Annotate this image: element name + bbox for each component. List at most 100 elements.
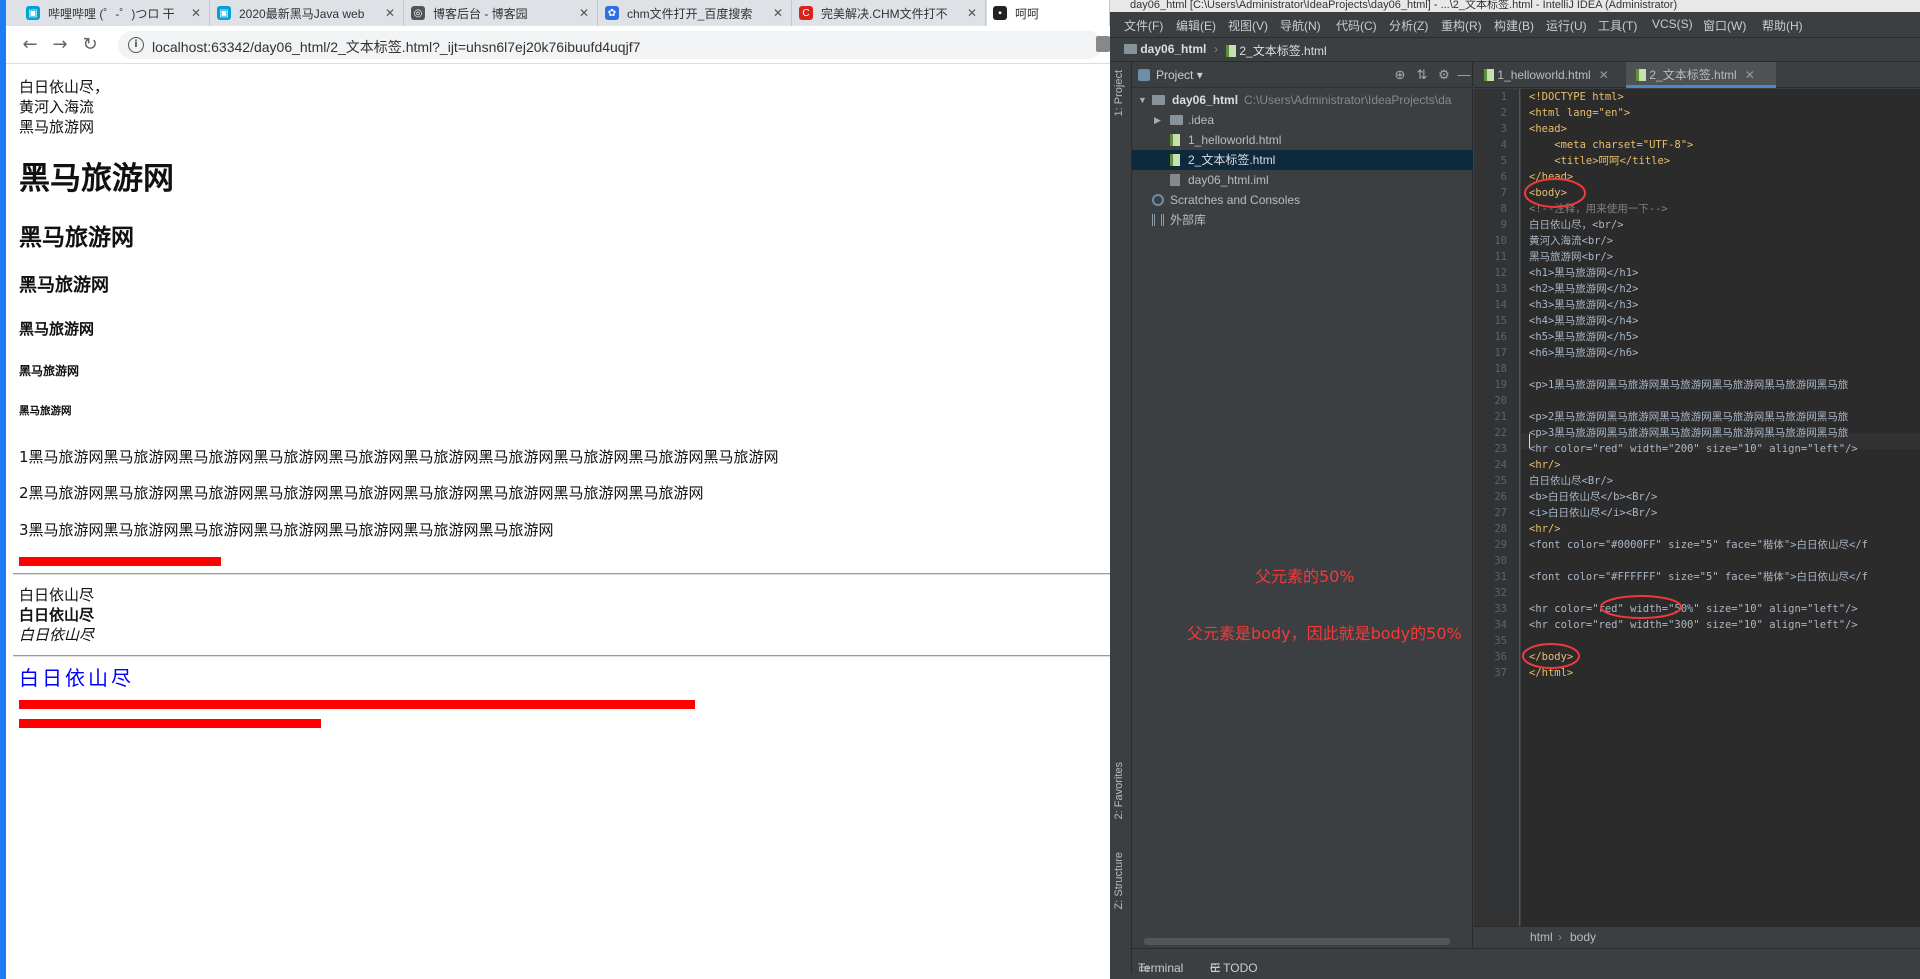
structure-tool-button[interactable]: Z: Structure (1113, 852, 1125, 909)
tree-item-project-root[interactable]: ▼ day06_html C:\Users\Administrator\IdeaP… (1132, 90, 1473, 110)
intellij-icon: ▪ (993, 6, 1007, 20)
horizontal-rule (13, 655, 1117, 657)
browser-tab[interactable]: C 完美解决.CHM文件打不 ✕ (793, 0, 986, 26)
line-number: 32 (1494, 587, 1507, 599)
browser-tab[interactable]: ▣ 哔哩哔哩 (゜-゜)つロ 干 ✕ (20, 0, 210, 26)
gear-icon[interactable]: ⚙ (1436, 67, 1452, 83)
text-line: 白日依山尽， (19, 78, 110, 96)
library-icon (1152, 214, 1164, 226)
close-icon[interactable]: ✕ (577, 6, 591, 20)
left-tool-strip: 1: Project 2: Favorites Z: Structure (1110, 62, 1132, 979)
line-number: 28 (1494, 523, 1507, 535)
menu-run[interactable]: 运行(U) (1546, 17, 1587, 34)
expanded-arrow-icon[interactable]: ▼ (1138, 90, 1147, 110)
nav-project[interactable]: day06_html (1124, 42, 1206, 56)
line-number: 34 (1494, 619, 1507, 631)
tree-item-file[interactable]: 1_helloworld.html (1132, 130, 1473, 150)
tree-item-external-libraries[interactable]: 外部库 (1132, 210, 1473, 230)
forward-arrow-icon[interactable]: → (50, 35, 70, 55)
project-panel: Project ▾ ⊕ ⇅ ⚙ — ▼ day06_html C:\Users\A… (1132, 62, 1473, 948)
menu-analyze[interactable]: 分析(Z) (1389, 17, 1428, 34)
browser-tab-active[interactable]: ▪ 呵呵 (987, 0, 1110, 26)
address-bar[interactable]: i localhost:63342/day06_html/2_文本标签.html… (118, 31, 1102, 59)
html-file-icon (1170, 134, 1180, 146)
line-number: 10 (1494, 235, 1507, 247)
ide-title: day06_html [C:\Users\Administrator\IdeaP… (1130, 0, 1678, 11)
menu-refactor[interactable]: 重构(R) (1441, 17, 1482, 34)
collapsed-arrow-icon[interactable]: ▶ (1154, 110, 1161, 130)
minimize-icon[interactable]: — (1456, 67, 1472, 83)
menu-tools[interactable]: 工具(T) (1598, 17, 1637, 34)
menu-window[interactable]: 窗口(W) (1703, 17, 1746, 34)
close-icon[interactable]: ✕ (383, 6, 397, 20)
baidu-icon: ✿ (605, 6, 619, 20)
code-editor[interactable]: <!DOCTYPE html> <html lang="en"> <head> … (1521, 89, 1920, 944)
editor-tab[interactable]: 1_helloworld.html ✕ (1474, 62, 1624, 88)
back-arrow-icon[interactable]: ← (20, 35, 40, 55)
line-number: 37 (1494, 667, 1507, 679)
red-hr-200px (19, 557, 221, 566)
project-panel-header: Project ▾ ⊕ ⇅ ⚙ — (1132, 62, 1473, 88)
translate-icon[interactable] (1096, 36, 1110, 52)
project-tool-button[interactable]: 1: Project (1113, 70, 1125, 116)
menu-code[interactable]: 代码(C) (1336, 17, 1377, 34)
ide-title-bar: day06_html [C:\Users\Administrator\IdeaP… (1110, 0, 1920, 12)
folder-icon (1152, 95, 1165, 105)
annotation-parent-50: 父元素的50% (1255, 567, 1355, 586)
browser-tab[interactable]: ▣ 2020最新黑马Java web ✕ (211, 0, 404, 26)
tree-item-file[interactable]: day06_html.iml (1132, 170, 1473, 190)
body-circle-mark (1524, 178, 1586, 208)
line-number: 30 (1494, 555, 1507, 567)
menu-build[interactable]: 构建(B) (1494, 17, 1534, 34)
editor-tab-active[interactable]: 2_文本标签.html ✕ (1626, 62, 1776, 88)
menu-navigate[interactable]: 导航(N) (1280, 17, 1321, 34)
line-number: 8 (1500, 203, 1507, 215)
horizontal-rule (13, 573, 1117, 575)
heading-h6: 黑马旅游网 (19, 405, 72, 417)
tree-item-file-selected[interactable]: 2_文本标签.html (1132, 150, 1473, 170)
line-number: 23 (1494, 443, 1507, 455)
info-icon[interactable]: i (128, 37, 144, 53)
breadcrumb-body[interactable]: body (1570, 930, 1596, 944)
horizontal-scrollbar[interactable] (1144, 938, 1450, 945)
annotation-body-50: 父元素是body，因此就是body的50% (1187, 624, 1462, 643)
url-text[interactable]: localhost:63342/day06_html/2_文本标签.html?_… (152, 37, 640, 57)
close-icon[interactable]: ✕ (1599, 68, 1609, 82)
csdn-icon: C (799, 6, 813, 20)
close-icon[interactable]: ✕ (771, 6, 785, 20)
browser-tab[interactable]: ◎ 博客后台 - 博客园 ✕ (405, 0, 598, 26)
bilibili-icon: ▣ (217, 6, 231, 20)
menu-help[interactable]: 帮助(H) (1762, 17, 1803, 34)
line-number: 17 (1494, 347, 1507, 359)
end-body-circle-mark (1522, 643, 1580, 669)
line-number: 14 (1494, 299, 1507, 311)
close-icon[interactable]: ✕ (1745, 68, 1755, 82)
line-number: 21 (1494, 411, 1507, 423)
chevron-right-icon: › (1214, 42, 1218, 56)
line-number: 20 (1494, 395, 1507, 407)
tree-item-scratches[interactable]: Scratches and Consoles (1132, 190, 1473, 210)
browser-tab[interactable]: ✿ chm文件打开_百度搜索 ✕ (599, 0, 792, 26)
favorites-tool-button[interactable]: 2: Favorites (1113, 762, 1125, 819)
tree-item-idea[interactable]: ▶ .idea (1132, 110, 1473, 130)
project-view-selector[interactable]: Project ▾ (1156, 68, 1203, 82)
nav-file[interactable]: 2_文本标签.html (1226, 42, 1327, 59)
editor-tab-bar: 1_helloworld.html ✕ 2_文本标签.html ✕ (1474, 62, 1920, 88)
line-number: 27 (1494, 507, 1507, 519)
menu-view[interactable]: 视图(V) (1228, 17, 1268, 34)
breadcrumb-html[interactable]: html (1530, 930, 1553, 944)
menu-file[interactable]: 文件(F) (1124, 17, 1163, 34)
folder-icon (1170, 115, 1183, 125)
red-hr-300px (19, 719, 321, 728)
cnblogs-icon: ◎ (411, 6, 425, 20)
menu-vcs[interactable]: VCS(S) (1652, 17, 1693, 31)
line-number: 9 (1500, 219, 1507, 231)
reload-icon[interactable]: ↻ (80, 35, 100, 55)
close-icon[interactable]: ✕ (965, 6, 979, 20)
locate-icon[interactable]: ⊕ (1392, 67, 1408, 83)
menu-edit[interactable]: 编辑(E) (1176, 17, 1216, 34)
heading-h4: 黑马旅游网 (19, 320, 95, 338)
collapse-icon[interactable]: ⇅ (1414, 67, 1430, 83)
status-bar (1110, 974, 1920, 979)
close-icon[interactable]: ✕ (189, 6, 203, 20)
